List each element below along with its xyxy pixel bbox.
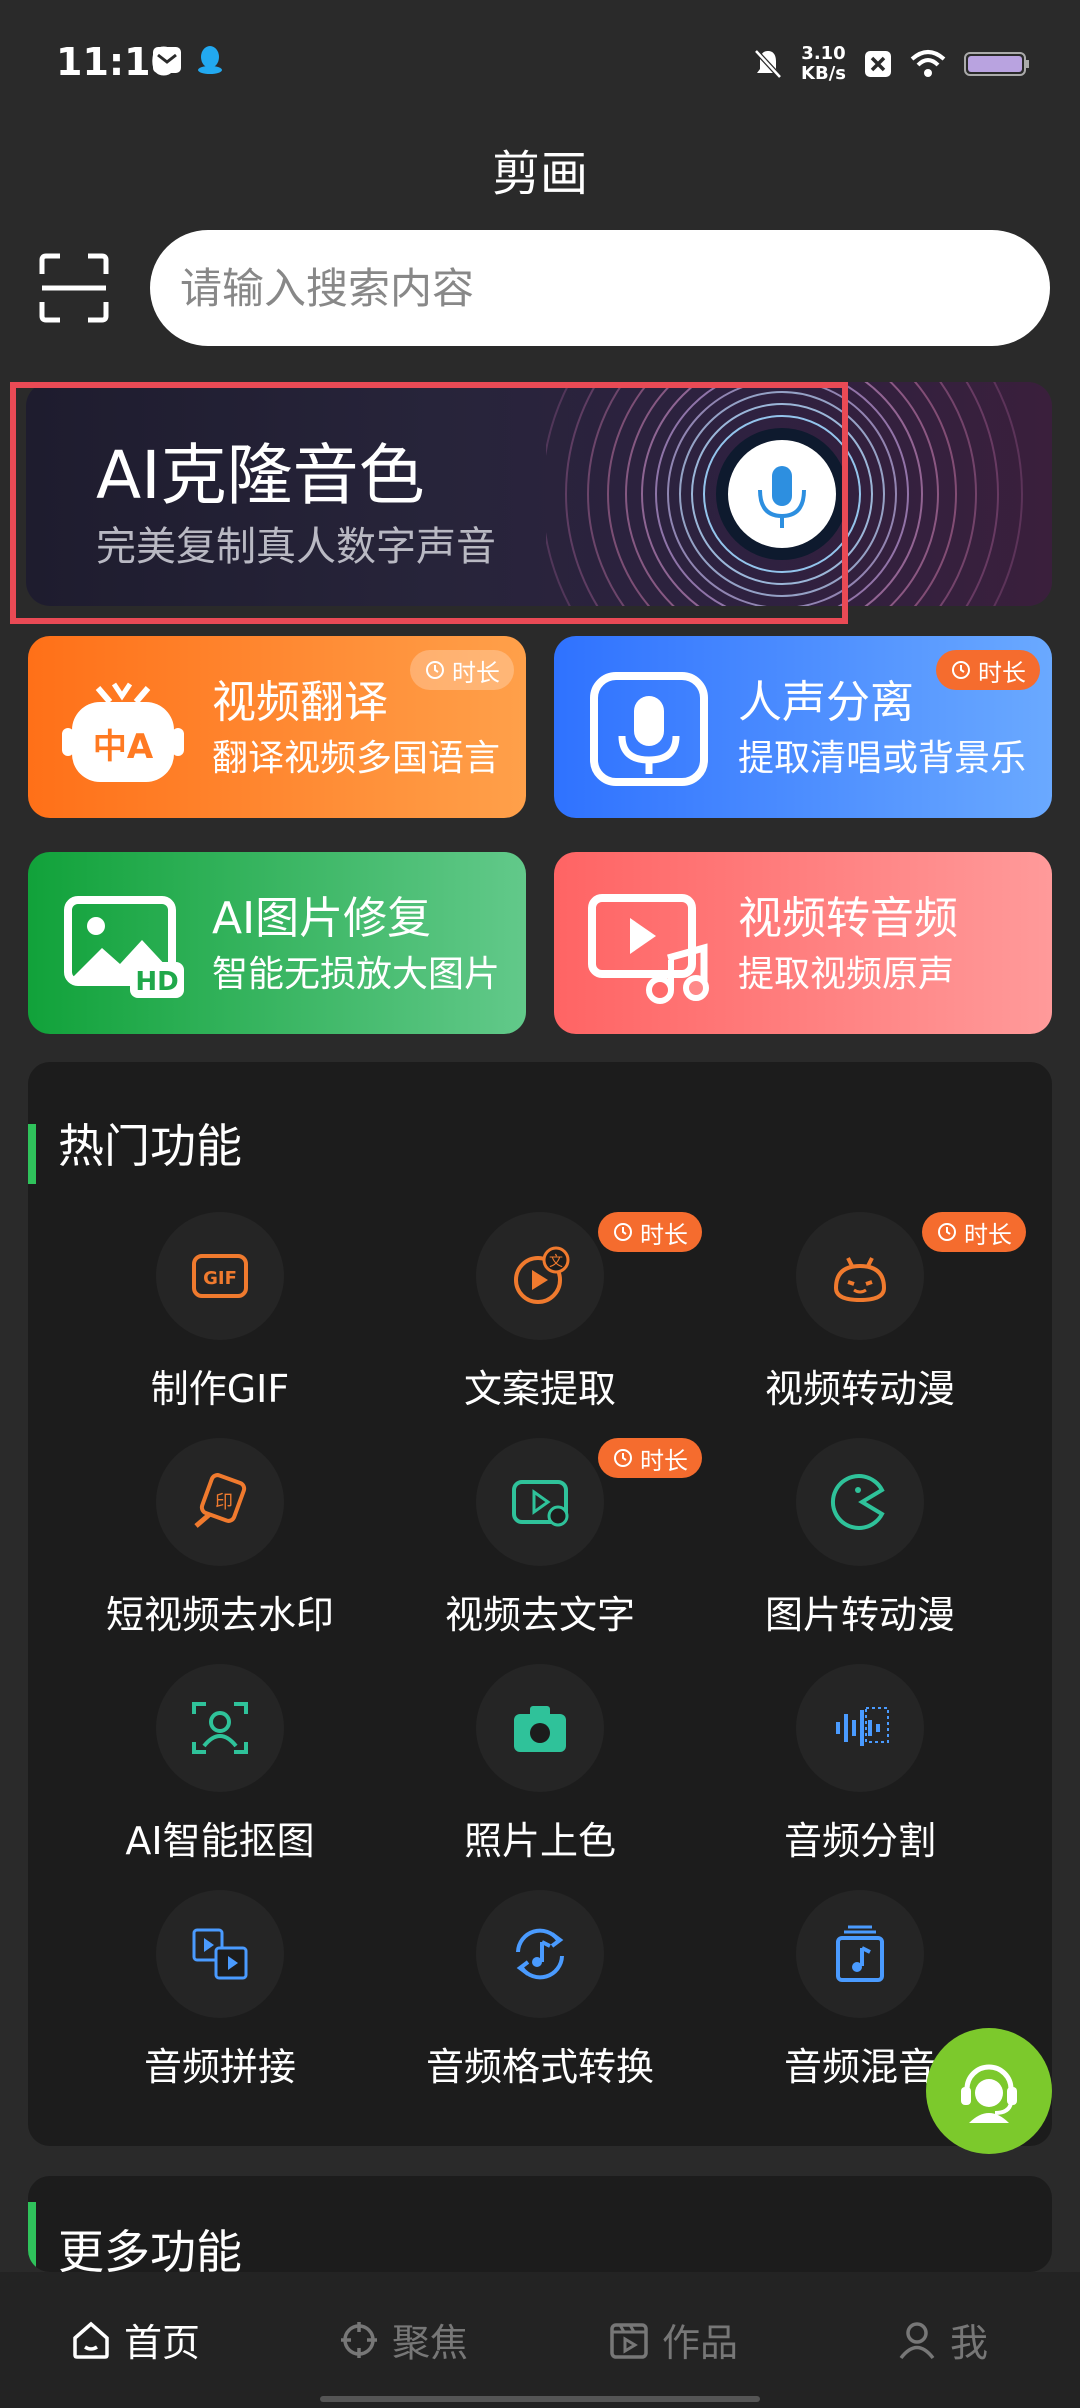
bottom-nav: 首页 聚焦 作品 我 bbox=[0, 2272, 1080, 2408]
person-icon bbox=[899, 2321, 935, 2359]
duration-badge: 时长 bbox=[410, 650, 514, 690]
feature-audio-format-convert[interactable]: 音频格式转换 bbox=[380, 1890, 700, 2091]
mail-icon bbox=[153, 47, 181, 73]
feature-remove-watermark[interactable]: 印 短视频去水印 bbox=[60, 1438, 380, 1639]
hd-image-icon: HD bbox=[64, 896, 184, 998]
scan-icon[interactable] bbox=[38, 252, 110, 324]
camera-icon bbox=[514, 1706, 566, 1752]
feature-label: 音频拼接 bbox=[143, 2045, 296, 2089]
card-subtitle: 翻译视频多国语言 bbox=[212, 738, 501, 779]
section-accent-bar bbox=[28, 1124, 36, 1184]
selection-highlight bbox=[10, 382, 848, 624]
gif-icon: GIF bbox=[192, 1254, 248, 1298]
battery-icon bbox=[964, 52, 1029, 76]
cutout-person-icon bbox=[192, 1702, 248, 1754]
duration-badge: 时长 bbox=[598, 1212, 702, 1252]
section-title: 热门功能 bbox=[58, 1119, 242, 1173]
clock-icon bbox=[426, 661, 444, 679]
clock-icon bbox=[614, 1223, 632, 1241]
pacman-icon bbox=[831, 1474, 885, 1530]
feature-make-gif[interactable]: GIF 制作GIF bbox=[60, 1212, 380, 1413]
svg-text:文: 文 bbox=[549, 1254, 563, 1270]
music-convert-icon bbox=[516, 1928, 564, 1980]
duration-badge: 时长 bbox=[922, 1212, 1026, 1252]
mute-bell-icon bbox=[754, 49, 782, 79]
text-extract-icon: 文 bbox=[514, 1246, 570, 1304]
anime-face-icon bbox=[833, 1257, 887, 1303]
network-speed: 3.10 KB/s bbox=[801, 43, 846, 84]
card-title: 人声分离 bbox=[738, 677, 914, 728]
nav-me[interactable]: 我 bbox=[896, 2312, 988, 2367]
section-title: 更多功能 bbox=[58, 2225, 242, 2272]
duration-badge: 时长 bbox=[598, 1438, 702, 1478]
nav-focus[interactable]: 聚焦 bbox=[338, 2312, 468, 2367]
card-title: 视频翻译 bbox=[212, 677, 388, 728]
feature-label: 音频格式转换 bbox=[425, 2045, 654, 2089]
feature-image-to-anime[interactable]: 图片转动漫 bbox=[700, 1438, 1020, 1639]
card-video-to-audio[interactable]: 视频转音频 提取视频原声 bbox=[554, 852, 1052, 1034]
svg-text:印: 印 bbox=[215, 1492, 233, 1513]
feature-label: 视频转动漫 bbox=[764, 1367, 955, 1411]
status-bar: 11:10 3.10 KB/s bbox=[0, 0, 1080, 100]
nav-works[interactable]: 作品 bbox=[608, 2312, 738, 2367]
video-remove-text-icon bbox=[512, 1480, 569, 1527]
qq-icon bbox=[198, 46, 222, 74]
home-indicator bbox=[320, 2396, 760, 2402]
crosshair-icon bbox=[341, 2321, 377, 2358]
more-features-panel: 更多功能 bbox=[28, 2176, 1052, 2272]
nav-home[interactable]: 首页 bbox=[70, 2312, 200, 2367]
video-music-icon bbox=[588, 894, 709, 1004]
feature-photo-colorize[interactable]: 照片上色 bbox=[380, 1664, 700, 1865]
headset-agent-icon bbox=[961, 2064, 1017, 2123]
film-icon bbox=[192, 1928, 248, 1980]
hot-features-panel: 热门功能 GIF 制作GIF 文 文案提取 时长 视频转动漫 时长 印 短视频去… bbox=[28, 1062, 1052, 2146]
feature-label: 视频去文字 bbox=[444, 1593, 635, 1637]
feature-audio-split[interactable]: 音频分割 bbox=[700, 1664, 1020, 1865]
card-vocal-separation[interactable]: 人声分离 提取清唱或背景乐 时长 bbox=[554, 636, 1052, 818]
duration-badge: 时长 bbox=[936, 650, 1040, 690]
sim-x-icon bbox=[865, 51, 891, 77]
feature-label: 制作GIF bbox=[150, 1367, 290, 1411]
feature-label: 照片上色 bbox=[463, 1819, 616, 1863]
feature-audio-join[interactable]: 音频拼接 bbox=[60, 1890, 380, 2091]
home-icon bbox=[73, 2321, 109, 2359]
card-subtitle: 提取视频原声 bbox=[738, 954, 955, 995]
status-icons: 3.10 KB/s bbox=[753, 44, 1030, 84]
feature-label: 图片转动漫 bbox=[764, 1593, 955, 1637]
audio-split-icon bbox=[836, 1707, 889, 1746]
page-title: 剪画 bbox=[491, 146, 588, 202]
feature-label: AI智能抠图 bbox=[125, 1819, 315, 1863]
svg-text:HD: HD bbox=[135, 967, 178, 997]
card-subtitle: 提取清唱或背景乐 bbox=[738, 738, 1027, 779]
section-accent-bar bbox=[28, 2202, 36, 2272]
card-ai-image-repair[interactable]: HD AI图片修复 智能无损放大图片 bbox=[28, 852, 526, 1034]
feature-ai-cutout[interactable]: AI智能抠图 bbox=[60, 1664, 380, 1865]
search-input[interactable] bbox=[150, 230, 1050, 346]
customer-service-button[interactable] bbox=[926, 2028, 1052, 2154]
svg-text:GIF: GIF bbox=[203, 1268, 237, 1289]
feature-label: 短视频去水印 bbox=[105, 1593, 334, 1637]
svg-text:中A: 中A bbox=[93, 727, 154, 767]
card-title: AI图片修复 bbox=[212, 893, 432, 944]
feature-label: 文案提取 bbox=[463, 1367, 616, 1411]
microphone-icon bbox=[590, 672, 708, 786]
music-album-icon bbox=[836, 1925, 884, 1982]
works-icon bbox=[610, 2322, 648, 2359]
watermark-icon: 印 bbox=[194, 1473, 247, 1528]
clock-icon bbox=[938, 1223, 956, 1241]
card-video-translate[interactable]: 中A 视频翻译 翻译视频多国语言 时长 bbox=[28, 636, 526, 818]
card-subtitle: 智能无损放大图片 bbox=[212, 954, 501, 995]
wifi-icon bbox=[910, 50, 946, 77]
card-title: 视频转音频 bbox=[738, 893, 958, 944]
clock-icon bbox=[952, 661, 970, 679]
clock-icon bbox=[614, 1449, 632, 1467]
translate-robot-icon: 中A bbox=[62, 682, 184, 782]
feature-label: 音频分割 bbox=[783, 1819, 936, 1863]
